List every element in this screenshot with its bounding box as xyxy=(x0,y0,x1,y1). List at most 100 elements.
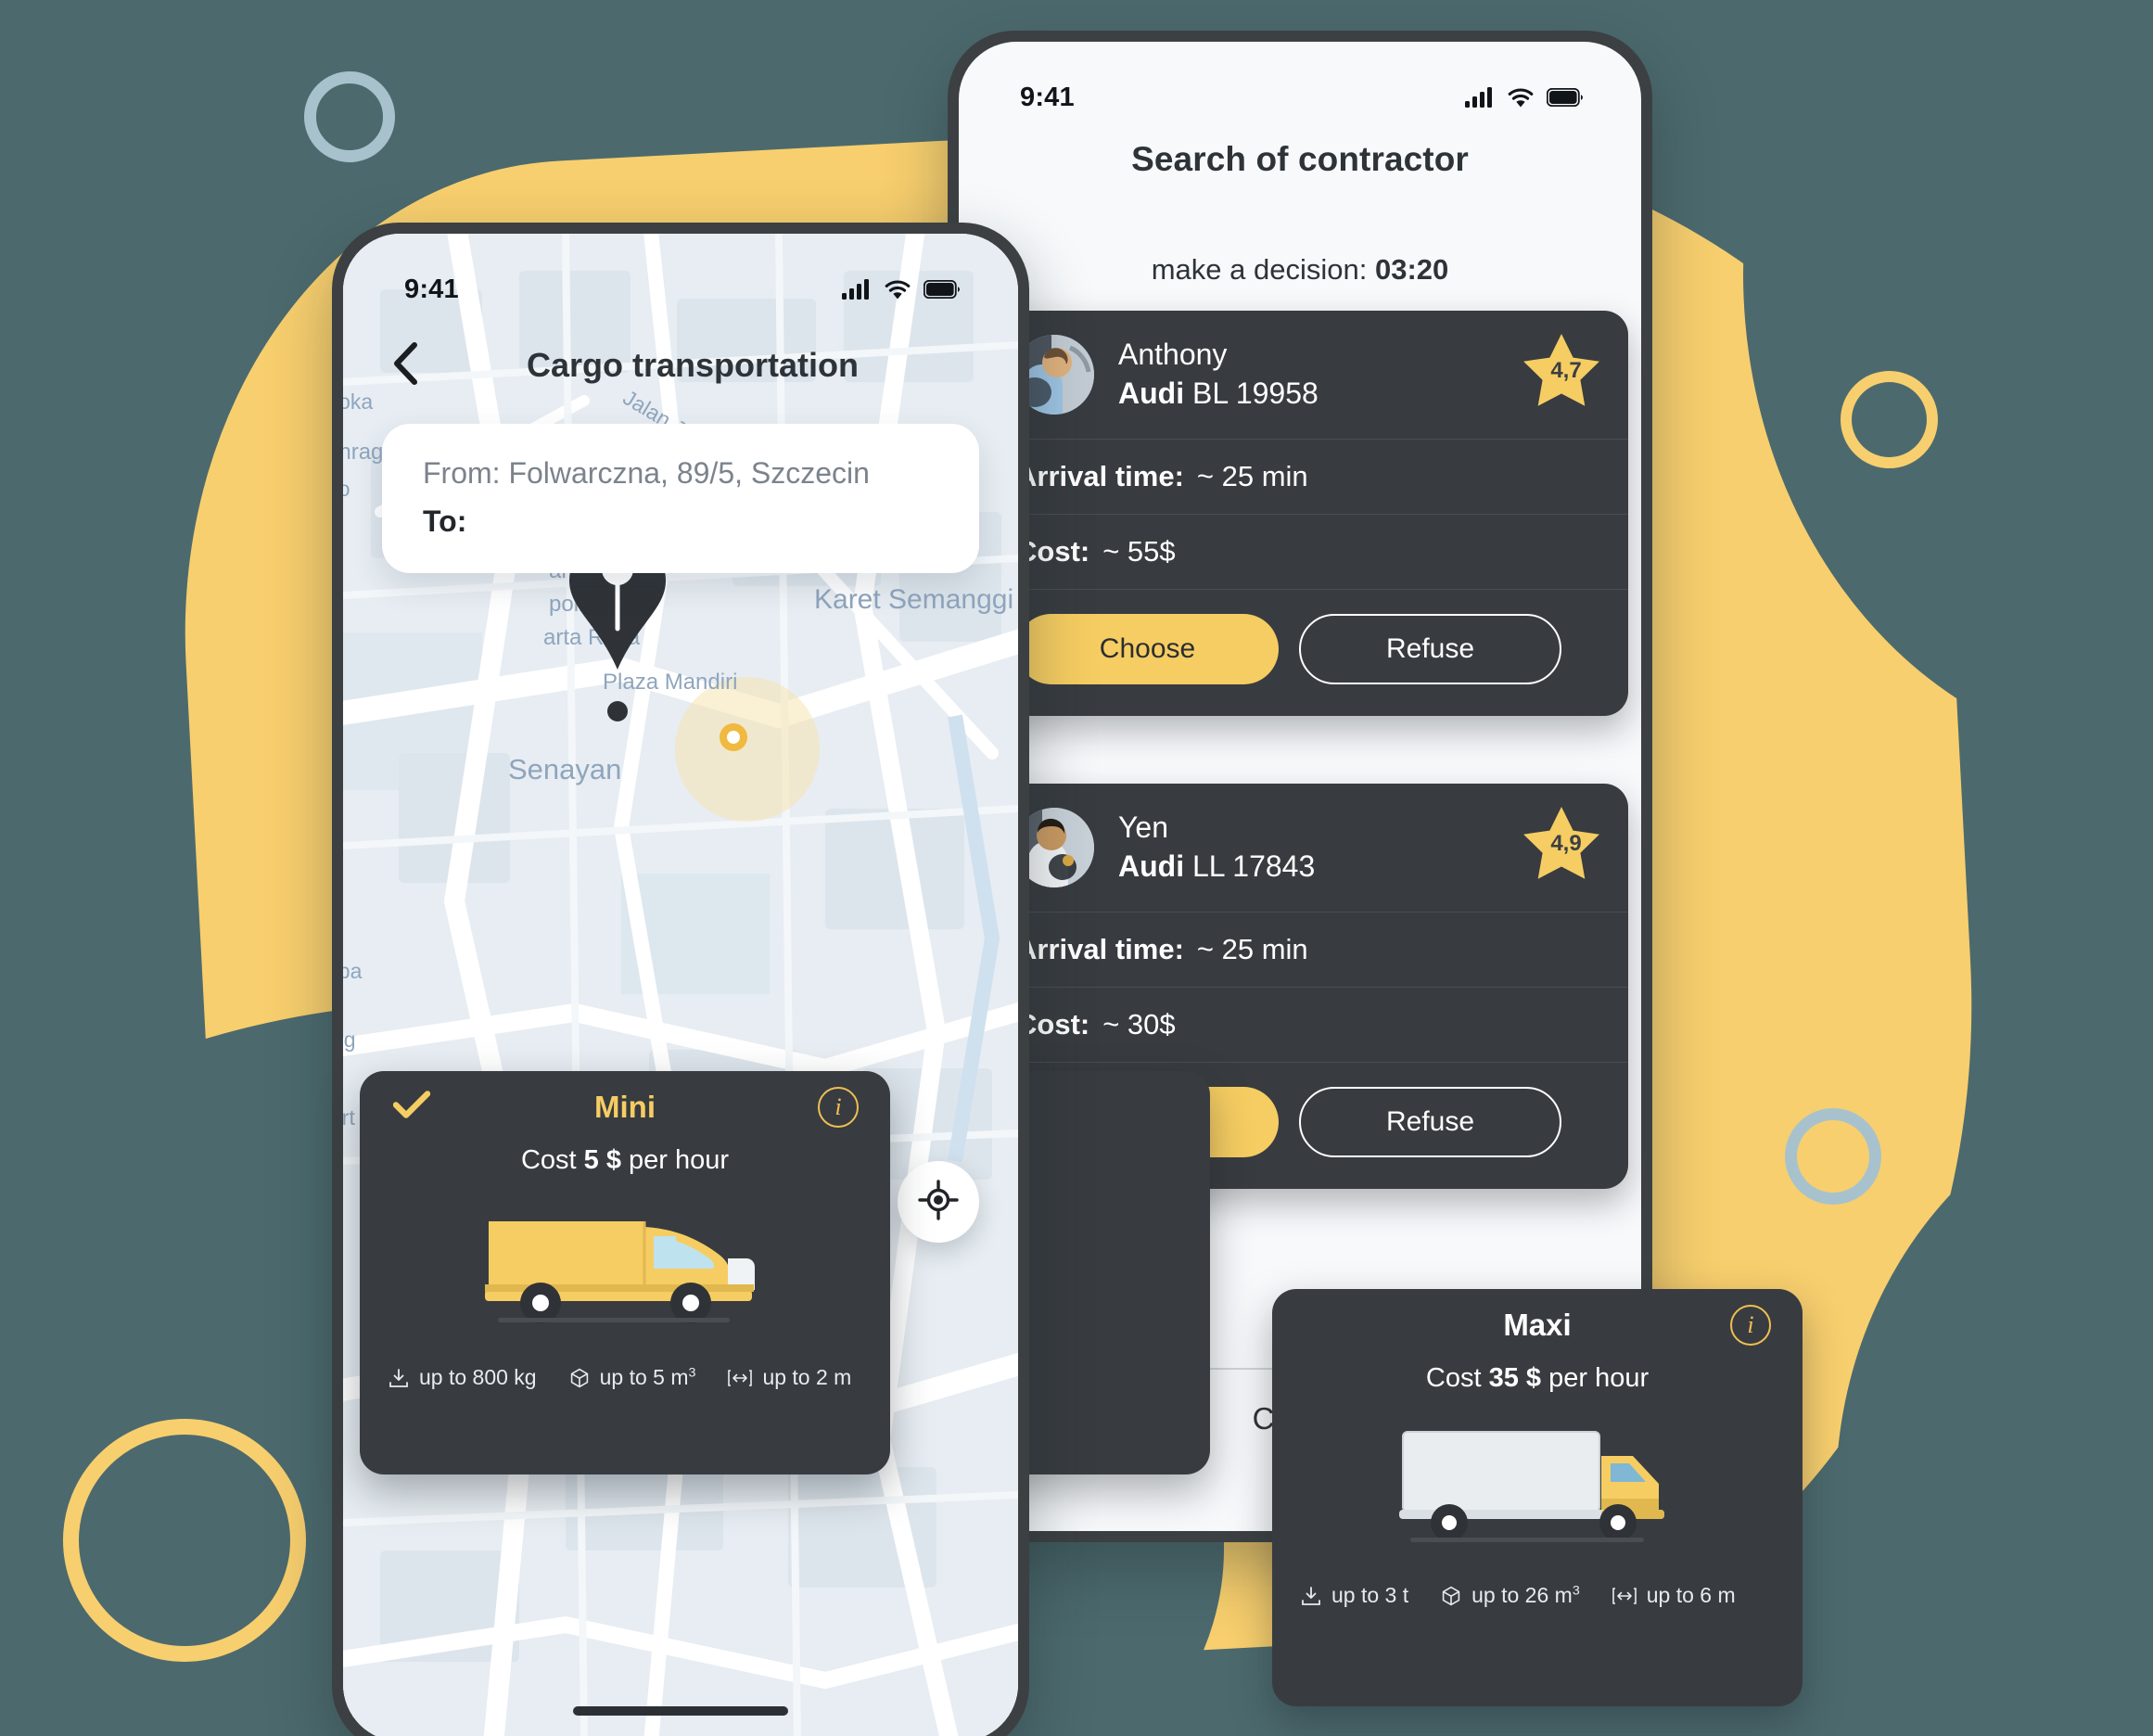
weight-icon xyxy=(388,1367,410,1389)
weight-icon xyxy=(1300,1585,1322,1607)
home-indicator xyxy=(573,1706,788,1716)
vehicle-cost-suffix: per hour xyxy=(1548,1363,1650,1393)
wifi-icon xyxy=(884,279,911,300)
driver-identity: Anthony Audi BL 19958 xyxy=(1118,336,1319,414)
decision-timer: make a decision: 03:20 xyxy=(959,253,1641,287)
driver-vehicle: Audi BL 19958 xyxy=(1118,375,1319,414)
vehicle-cost-suffix: per hour xyxy=(629,1145,730,1175)
status-bar: 9:41 xyxy=(959,42,1641,131)
choose-button[interactable]: Choose xyxy=(1016,614,1279,684)
vehicle-specs: up to 3 t up to 26 m3 up to 6 m xyxy=(1272,1563,1803,1608)
navigation-bar: Cargo transportation xyxy=(343,323,1018,408)
crosshair-icon xyxy=(918,1179,959,1225)
battery-icon xyxy=(924,280,961,299)
wifi-icon xyxy=(1507,87,1535,108)
cost-row: Cost: ~ 55$ xyxy=(988,514,1628,589)
vehicle-card-header: Mini i xyxy=(360,1071,890,1143)
vehicle-card-header: Maxi i xyxy=(1272,1289,1803,1361)
chevron-left-icon xyxy=(391,341,419,390)
rating-value: 4,9 xyxy=(1550,831,1582,856)
volume-icon xyxy=(568,1367,591,1389)
vehicle-name: Mini xyxy=(594,1090,656,1124)
driver-vehicle: Audi LL 17843 xyxy=(1118,848,1315,887)
driver-name: Anthony xyxy=(1118,338,1228,372)
yellow-van-icon xyxy=(360,1185,890,1345)
screen-cargo-transportation: Jalan Jend loka ahraga no an Daerah poli… xyxy=(343,234,1018,1736)
status-bar-icons xyxy=(842,279,961,300)
status-bar-time: 9:41 xyxy=(404,274,459,304)
driver-car-brand: Audi xyxy=(1118,377,1185,411)
spec-volume: up to 26 m3 xyxy=(1440,1583,1580,1608)
spec-length: up to 6 m xyxy=(1612,1583,1736,1608)
driver-car-brand: Audi xyxy=(1118,849,1185,884)
status-bar-time: 9:41 xyxy=(1020,82,1075,112)
vehicle-card-mini[interactable]: Mini i Cost 5 $ per hour up to 800 kg up… xyxy=(360,1071,890,1474)
arrival-time-row: Arrival time: ~ 25 min xyxy=(988,439,1628,514)
refuse-button[interactable]: Refuse xyxy=(1299,1087,1561,1157)
decorative-ring-blue-right xyxy=(1785,1108,1881,1205)
vehicle-cost-prefix: Cost xyxy=(1425,1363,1482,1393)
rating-value: 4,7 xyxy=(1550,358,1582,383)
spec-weight: up to 800 kg xyxy=(388,1365,537,1390)
arrival-time-value: ~ 25 min xyxy=(1196,933,1308,965)
decision-timer-value: 03:20 xyxy=(1374,253,1449,286)
yellow-box-truck-icon xyxy=(1272,1403,1803,1563)
address-from-field[interactable]: From: Folwarczna, 89/5, Szczecin xyxy=(423,452,938,494)
check-icon xyxy=(392,1091,431,1125)
volume-icon xyxy=(1440,1585,1462,1607)
vehicle-cost: Cost 35 $ per hour xyxy=(1272,1363,1803,1394)
decorative-ring-yellow-right xyxy=(1841,371,1938,468)
vehicle-card-maxi[interactable]: Maxi i Cost 35 $ per hour up to 3 t up t… xyxy=(1272,1289,1803,1706)
arrival-time-label: Arrival time: xyxy=(1016,460,1184,492)
arrival-time-row: Arrival time: ~ 25 min xyxy=(988,912,1628,987)
vehicle-cost-prefix: Cost xyxy=(520,1145,577,1175)
cost-value: ~ 55$ xyxy=(1102,535,1176,568)
decision-timer-label: make a decision: xyxy=(1151,253,1368,286)
driver-identity: Yen Audi LL 17843 xyxy=(1118,809,1315,887)
length-icon xyxy=(1612,1586,1637,1606)
phone-cargo-transportation: Jalan Jend loka ahraga no an Daerah poli… xyxy=(332,223,1029,1736)
vehicle-cost: Cost 5 $ per hour xyxy=(360,1145,890,1176)
spec-length-text: up to 6 m xyxy=(1646,1583,1736,1607)
vehicle-cost-amount: 35 $ xyxy=(1488,1363,1542,1393)
driver-car-plate: BL 19958 xyxy=(1191,377,1319,411)
address-to-field[interactable]: To: xyxy=(423,500,938,542)
decorative-ring-yellow-left xyxy=(63,1419,306,1662)
page-title: Cargo transportation xyxy=(526,346,859,384)
spec-length-text: up to 2 m xyxy=(762,1365,852,1389)
driver-card[interactable]: Anthony Audi BL 19958 4,7 Arrival time: … xyxy=(988,311,1628,716)
arrival-time-value: ~ 25 min xyxy=(1196,460,1308,492)
status-bar: 9:41 xyxy=(343,234,1018,323)
page-title: Search of contractor xyxy=(1131,140,1469,178)
rating-badge: 4,9 xyxy=(1519,804,1604,887)
driver-header: Yen Audi LL 17843 4,9 xyxy=(988,784,1628,912)
spec-length: up to 2 m xyxy=(727,1365,851,1390)
status-bar-icons xyxy=(1465,87,1584,108)
spec-weight-text: up to 800 kg xyxy=(419,1365,537,1389)
driver-car-plate: LL 17843 xyxy=(1191,849,1316,884)
length-icon xyxy=(727,1368,753,1388)
info-icon[interactable]: i xyxy=(1730,1305,1771,1346)
battery-icon xyxy=(1547,88,1584,107)
vehicle-cost-amount: 5 $ xyxy=(583,1145,621,1175)
driver-name: Yen xyxy=(1118,811,1168,845)
spec-volume: up to 5 m3 xyxy=(568,1365,696,1390)
map-pin-base-dot xyxy=(604,697,631,730)
cost-row: Cost: ~ 30$ xyxy=(988,987,1628,1062)
spec-volume-text: up to 26 m3 xyxy=(1471,1583,1580,1607)
vehicle-name: Maxi xyxy=(1503,1308,1572,1342)
rating-badge: 4,7 xyxy=(1519,331,1604,415)
spec-volume-text: up to 5 m3 xyxy=(599,1365,696,1389)
spec-weight: up to 3 t xyxy=(1300,1583,1408,1608)
address-card[interactable]: From: Folwarczna, 89/5, Szczecin To: xyxy=(382,424,979,573)
refuse-button[interactable]: Refuse xyxy=(1299,614,1561,684)
destination-dot-icon xyxy=(717,721,750,759)
locate-me-button[interactable] xyxy=(898,1161,979,1243)
info-icon[interactable]: i xyxy=(818,1087,859,1128)
cellular-signal-icon xyxy=(1465,87,1495,108)
driver-actions: Choose Refuse xyxy=(988,589,1628,716)
spec-weight-text: up to 3 t xyxy=(1331,1583,1409,1607)
cost-value: ~ 30$ xyxy=(1102,1008,1176,1040)
arrival-time-label: Arrival time: xyxy=(1016,933,1184,965)
screenshot-canvas: 9:41 Search of contractor make a decisio… xyxy=(0,0,2153,1736)
